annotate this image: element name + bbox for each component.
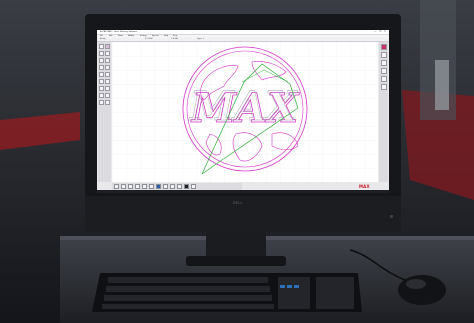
group-tool-icon[interactable] bbox=[99, 100, 104, 105]
pen-color-icon[interactable] bbox=[380, 44, 387, 50]
stop-icon[interactable] bbox=[170, 184, 175, 189]
bottom-toolbar bbox=[112, 183, 242, 190]
zoom-in-icon[interactable] bbox=[380, 60, 387, 66]
keyboard-blue-keys bbox=[280, 285, 299, 288]
vector-tool-icon[interactable] bbox=[99, 79, 104, 84]
align-right-icon[interactable] bbox=[128, 184, 133, 189]
table-edge bbox=[60, 236, 474, 240]
status-x: X: 0.000 bbox=[145, 38, 153, 40]
bitmap-tool-icon[interactable] bbox=[105, 72, 110, 77]
mark-icon[interactable] bbox=[156, 184, 161, 189]
align-bottom-icon[interactable] bbox=[149, 184, 154, 189]
right-toolbar bbox=[379, 42, 388, 182]
monitor-chin bbox=[85, 196, 401, 232]
rectangle-tool-icon[interactable] bbox=[99, 58, 104, 63]
text-tool-icon[interactable] bbox=[105, 65, 110, 70]
status-ready: Ready bbox=[100, 38, 106, 40]
drawing-canvas[interactable]: MAX MAX bbox=[112, 42, 378, 182]
status-y: Y: 0.000 bbox=[171, 38, 179, 40]
circle-tool-icon[interactable] bbox=[105, 58, 110, 63]
brand-logo: MAX bbox=[359, 184, 370, 189]
canvas-drawing: MAX MAX bbox=[112, 42, 378, 182]
polygon-tool-icon[interactable] bbox=[99, 65, 104, 70]
left-toolbar bbox=[98, 42, 111, 182]
select-mark-icon[interactable] bbox=[191, 184, 196, 189]
curve-tool-icon[interactable] bbox=[105, 51, 110, 56]
align-left-icon[interactable] bbox=[114, 184, 119, 189]
window-title: EzCAD MAX - Laser Marking Software bbox=[100, 31, 138, 33]
pan-icon[interactable] bbox=[380, 84, 387, 90]
monitor-brand-logo: DELL bbox=[233, 201, 243, 205]
app-window: EzCAD MAX - Laser Marking Software — ❐ ✕… bbox=[97, 30, 389, 193]
window-controls[interactable]: — ❐ ✕ bbox=[374, 30, 387, 34]
status-layer: Layer 1 bbox=[197, 38, 204, 40]
timer-tool-icon[interactable] bbox=[105, 79, 110, 84]
pen-list-icon[interactable] bbox=[380, 52, 387, 58]
align-middle-icon[interactable] bbox=[142, 184, 147, 189]
power-button bbox=[390, 215, 393, 218]
red-light-icon[interactable] bbox=[163, 184, 168, 189]
output-tool-icon[interactable] bbox=[105, 86, 110, 91]
mouse bbox=[398, 275, 446, 305]
taskbar bbox=[97, 190, 389, 193]
zoom-fit-icon[interactable] bbox=[380, 76, 387, 82]
input-tool-icon[interactable] bbox=[99, 86, 104, 91]
zoom-out-icon[interactable] bbox=[380, 68, 387, 74]
align-top-icon[interactable] bbox=[135, 184, 140, 189]
canvas-text-inner: MAX bbox=[188, 83, 298, 130]
hatch-tool-icon[interactable] bbox=[105, 93, 110, 98]
param-icon[interactable] bbox=[177, 184, 182, 189]
select-tool-icon[interactable] bbox=[99, 44, 104, 49]
node-tool-icon[interactable] bbox=[105, 44, 110, 49]
machine-head bbox=[435, 60, 449, 110]
continuous-icon[interactable] bbox=[184, 184, 189, 189]
barcode-tool-icon[interactable] bbox=[99, 72, 104, 77]
align-center-icon[interactable] bbox=[121, 184, 126, 189]
ungroup-tool-icon[interactable] bbox=[105, 100, 110, 105]
mouse-highlight bbox=[406, 279, 426, 289]
line-tool-icon[interactable] bbox=[99, 51, 104, 56]
motion-tool-icon[interactable] bbox=[99, 93, 104, 98]
monitor-stand-base bbox=[186, 256, 286, 266]
